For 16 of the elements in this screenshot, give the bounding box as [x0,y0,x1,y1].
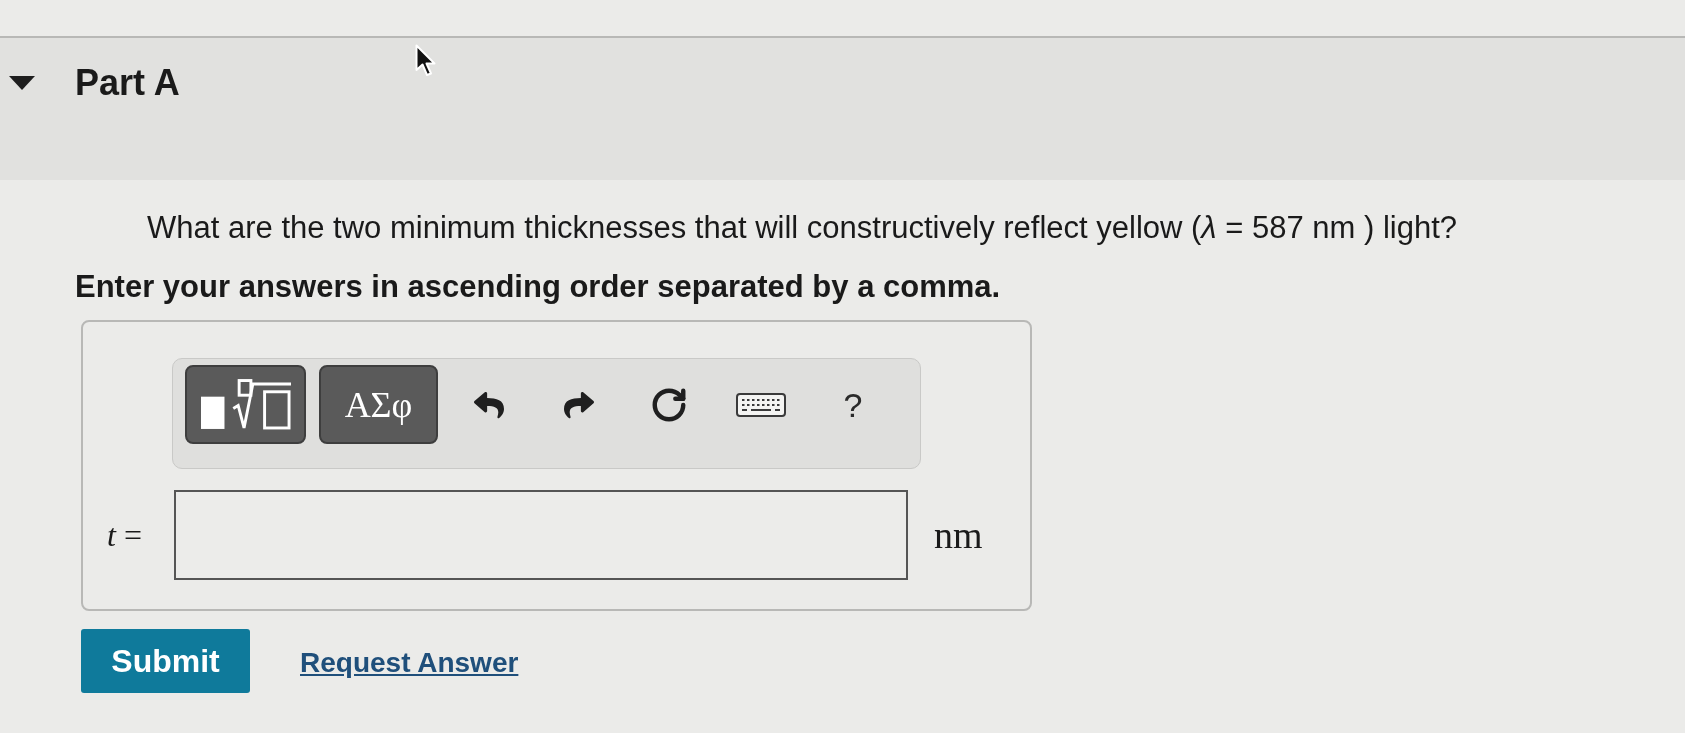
templates-button[interactable] [185,365,306,444]
keyboard-icon [736,393,786,417]
question-text: What are the two minimum thicknesses that will constructively reflect yellow (λ = 587 nm ) light? [147,209,1457,247]
submit-button[interactable]: Submit [81,629,250,693]
variable-label: t = [107,516,143,555]
help-button[interactable]: ? [829,381,877,429]
part-title: Part A [75,62,180,104]
unit-label: nm [934,512,983,558]
root-template-icon [200,379,291,430]
answer-input[interactable] [174,490,908,580]
symbols-button[interactable]: ΑΣφ [319,365,438,444]
undo-arrow-icon [474,390,504,420]
reset-icon [650,386,688,424]
redo-arrow-icon [564,390,594,420]
request-answer-link[interactable]: Request Answer [300,642,519,684]
instruction-text: Enter your answers in ascending order separated by a comma. [75,268,1001,306]
